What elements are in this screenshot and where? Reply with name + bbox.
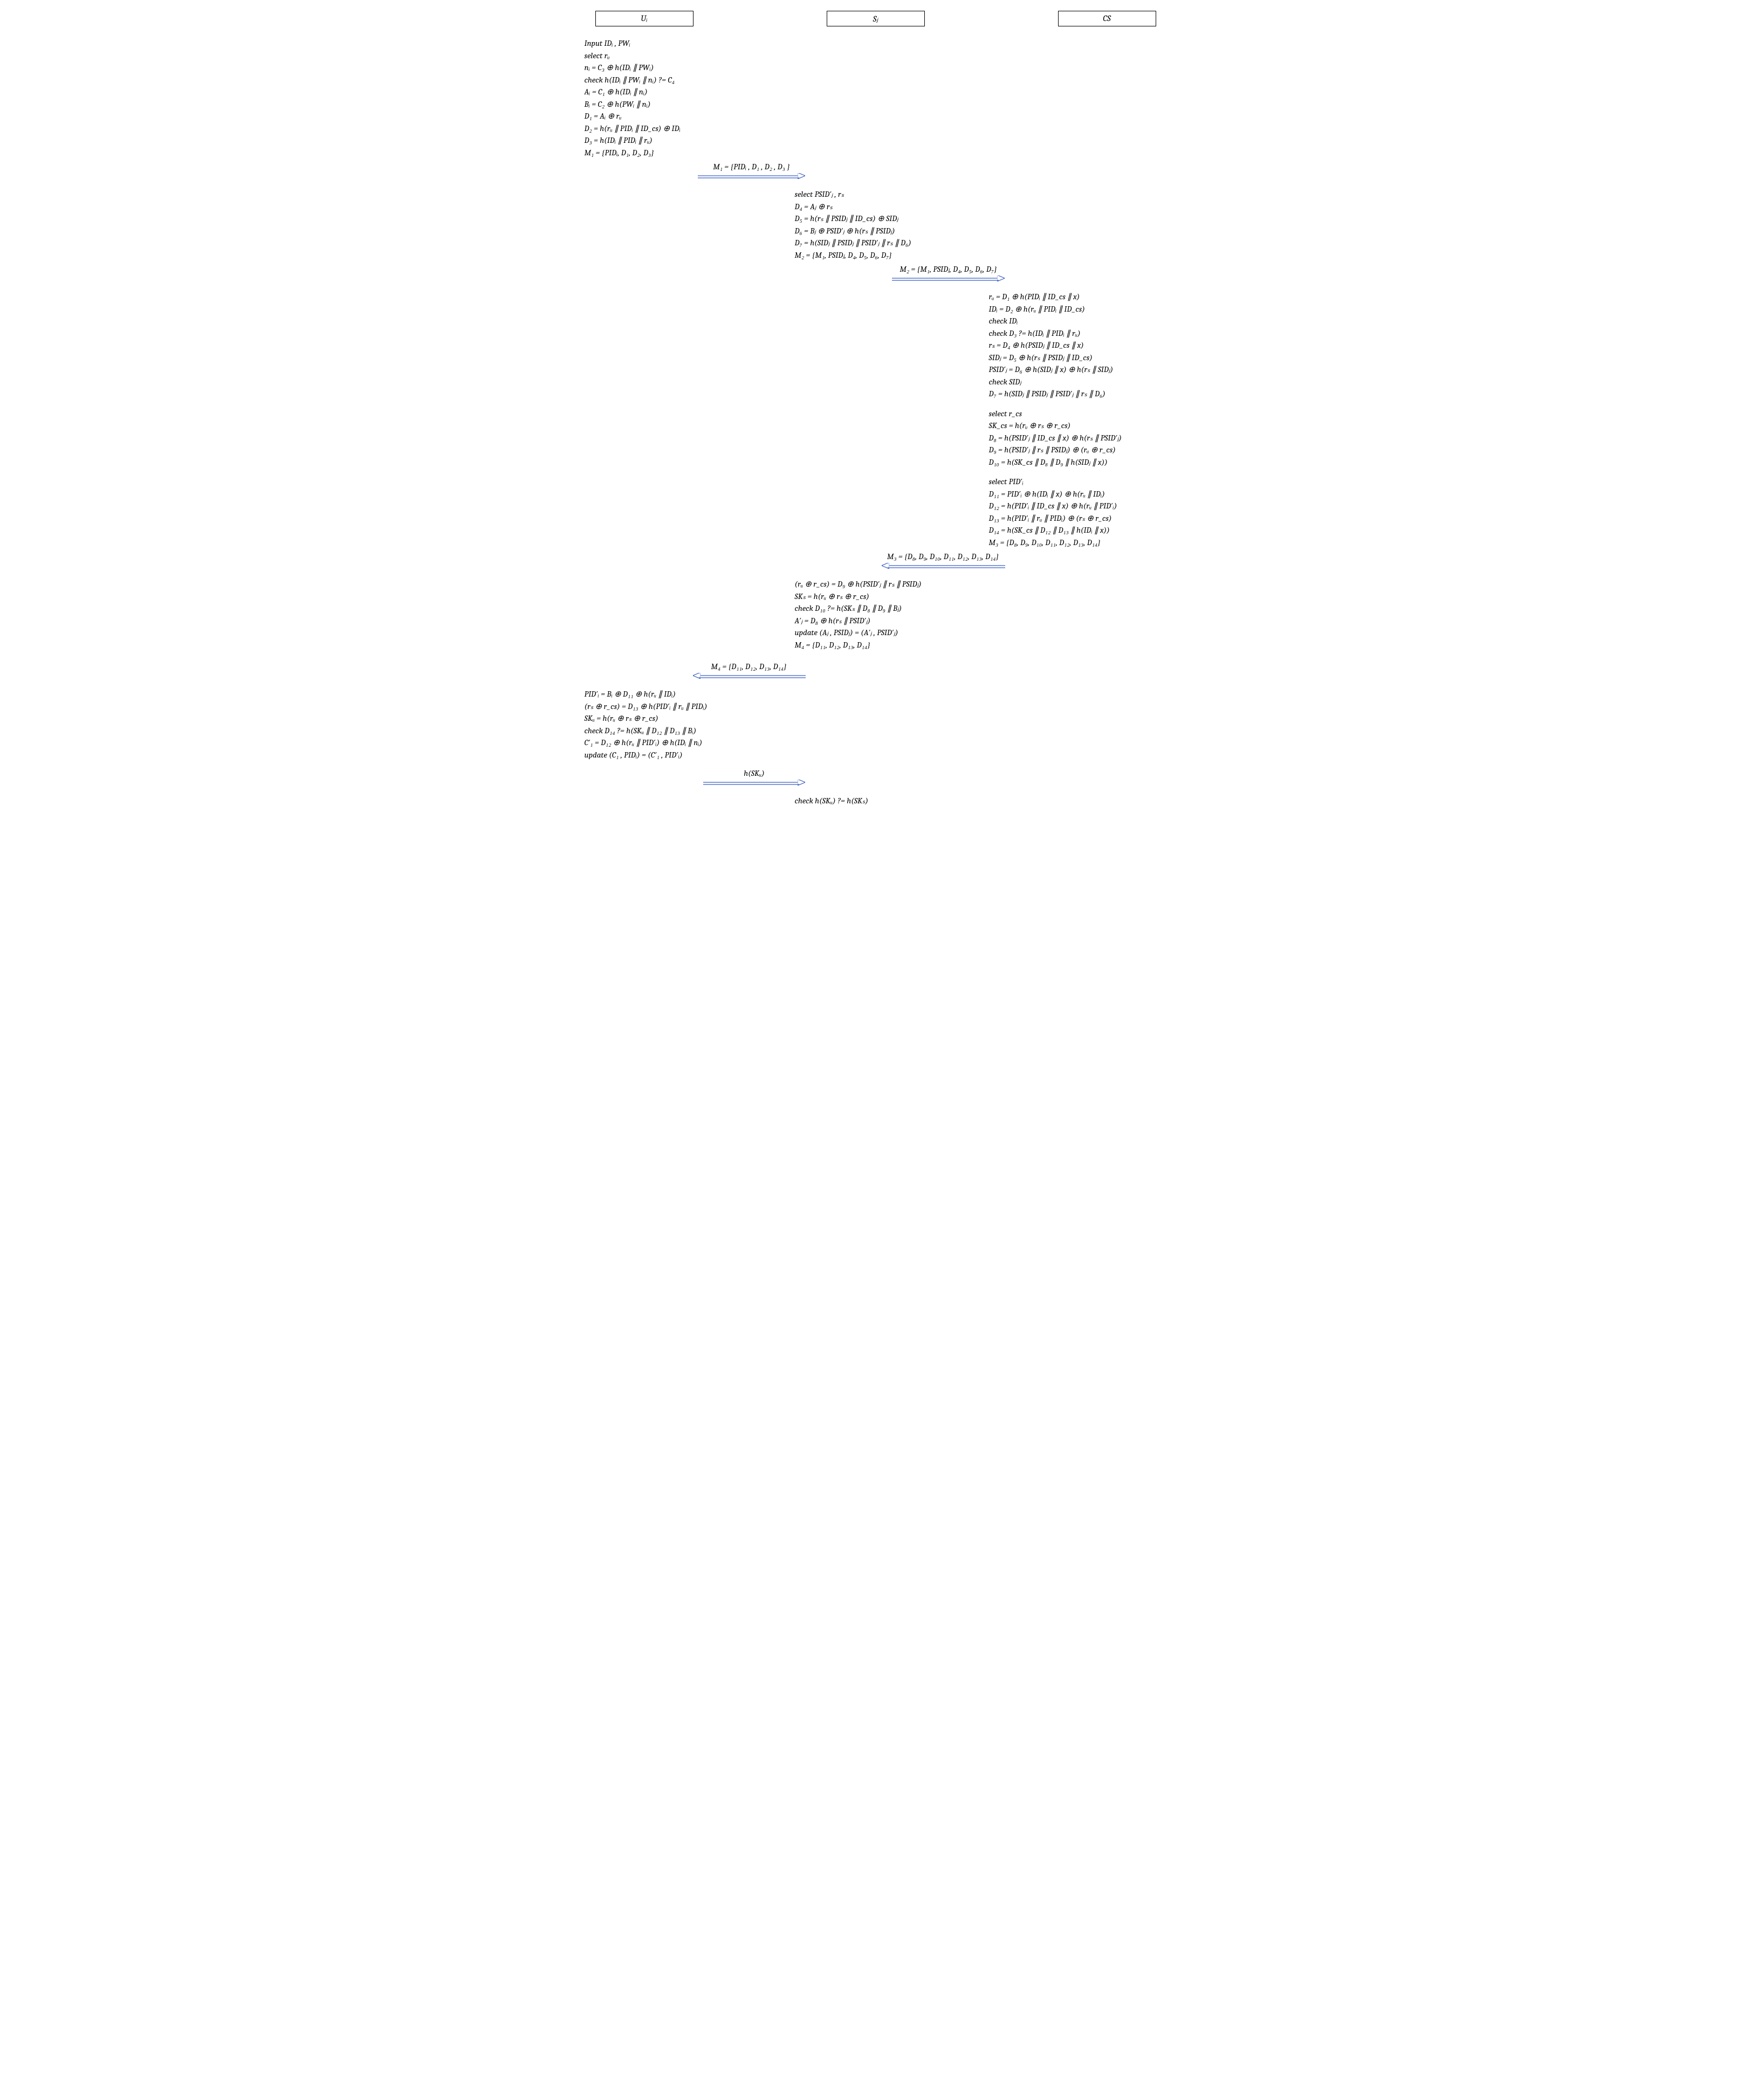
protocol-line: M₄ = {D₁₁, D₁₂, D₁₃, D₁₄} — [795, 639, 1000, 651]
arrow-m1 — [698, 173, 806, 181]
arrow-hsku — [703, 780, 806, 787]
protocol-line: PID′ᵢ = Bᵢ ⊕ D₁₁ ⊕ h(rᵤ ∥ IDᵢ) — [585, 688, 789, 700]
arrow-m2-label: M₂ = {M₁, PSIDⱼ, D₄, D₅, D₆, D₇} — [892, 264, 1005, 274]
protocol-line: D₇ = h(SIDⱼ ∥ PSIDⱼ ∥ PSID′ⱼ ∥ rₛ ∥ D₆) — [989, 388, 1194, 400]
protocol-line: select r_cs — [989, 408, 1194, 420]
protocol-line: (rᵤ ⊕ r_cs) = D₉ ⊕ h(PSID′ⱼ ∥ rₛ ∥ PSIDⱼ… — [795, 578, 1000, 590]
protocol-line: M₃ = {D₈, D₉, D₁₀, D₁₁, D₁₂, D₁₃, D₁₄} — [989, 536, 1194, 549]
protocol-line: D₂ = h(rᵤ ∥ PIDᵢ ∥ ID_cs) ⊕ IDᵢ — [585, 122, 789, 135]
protocol-line: A′ⱼ = D₈ ⊕ h(rₛ ∥ PSID′ⱼ) — [795, 615, 1000, 627]
protocol-line: rᵤ = D₁ ⊕ h(PIDᵢ ∥ ID_cs ∥ x) — [989, 291, 1194, 303]
protocol-line: select PSID′ⱼ , rₛ — [795, 188, 1000, 201]
protocol-line: C′₁ = D₁₂ ⊕ h(rᵤ ∥ PID′ᵢ) ⊕ h(IDᵢ ∥ nᵢ) — [585, 736, 789, 749]
protocol-line: (rₛ ⊕ r_cs) = D₁₃ ⊕ h(PID′ᵢ ∥ rᵤ ∥ PIDᵢ) — [585, 700, 789, 713]
protocol-line: check h(IDᵢ ∥ PWᵢ ∥ nᵢ) ?= C₄ — [585, 74, 789, 86]
protocol-line: SK_cs = h(rᵤ ⊕ rₛ ⊕ r_cs) — [989, 419, 1194, 432]
ui-recv-m4-block: PID′ᵢ = Bᵢ ⊕ D₁₁ ⊕ h(rᵤ ∥ IDᵢ)(rₛ ⊕ r_cs… — [585, 688, 789, 761]
cs-recv-m2-block-b: select r_csSK_cs = h(rᵤ ⊕ rₛ ⊕ r_cs)D₈ =… — [989, 408, 1194, 469]
protocol-line: D₇ = h(SIDⱼ ∥ PSIDⱼ ∥ PSID′ⱼ ∥ rₛ ∥ D₆) — [795, 237, 1000, 249]
protocol-line: check h(SKᵤ) ?= h(SKₛ) — [795, 795, 1000, 807]
sj-final-block: check h(SKᵤ) ?= h(SKₛ) — [795, 795, 1000, 807]
sj-recv-m1-block: select PSID′ⱼ , rₛD₄ = Aⱼ ⊕ rₛD₅ = h(rₛ … — [795, 188, 1000, 261]
arrow-m1-label: M₁ = {PIDᵢ , D₁ , D₂ , D₃ } — [698, 162, 806, 172]
protocol-line: PSID′ⱼ = D₆ ⊕ h(SIDⱼ ∥ x) ⊕ h(rₛ ∥ SIDⱼ) — [989, 363, 1194, 376]
ui-initial-block: Input IDᵢ , PWᵢselect rᵤnᵢ = C₃ ⊕ h(IDᵢ … — [585, 37, 789, 159]
protocol-line: nᵢ = C₃ ⊕ h(IDᵢ ∥ PWᵢ) — [585, 61, 789, 74]
protocol-line: M₁ = {PIDᵢ, D₁, D₂, D₃} — [585, 147, 789, 159]
protocol-line: Bᵢ = C₂ ⊕ h(PWᵢ ∥ nᵢ) — [585, 98, 789, 111]
protocol-line: D₆ = Bⱼ ⊕ PSID′ⱼ ⊕ h(rₛ ∥ PSIDⱼ) — [795, 225, 1000, 237]
arrow-m4 — [692, 673, 806, 680]
protocol-line: Input IDᵢ , PWᵢ — [585, 37, 789, 50]
protocol-line: D₄ = Aⱼ ⊕ rₛ — [795, 201, 1000, 213]
cs-recv-m2-block-c: select PID′ᵢD₁₁ = PID′ᵢ ⊕ h(IDᵢ ∥ x) ⊕ h… — [989, 476, 1194, 548]
protocol-line: Aᵢ = C₁ ⊕ h(IDᵢ ∥ nᵢ) — [585, 86, 789, 98]
protocol-line: D₁₂ = h(PID′ᵢ ∥ ID_cs ∥ x) ⊕ h(rᵤ ∥ PID′… — [989, 500, 1194, 512]
protocol-line: check D₁₀ ?= h(SKₛ ∥ D₈ ∥ D₉ ∥ Bⱼ) — [795, 602, 1000, 615]
protocol-line: select PID′ᵢ — [989, 476, 1194, 488]
protocol-line: D₁₄ = h(SK_cs ∥ D₁₂ ∥ D₁₃ ∥ h(IDᵢ ∥ x)) — [989, 524, 1194, 536]
sj-recv-m3-block: (rᵤ ⊕ r_cs) = D₉ ⊕ h(PSID′ⱼ ∥ rₛ ∥ PSIDⱼ… — [795, 578, 1000, 651]
protocol-line: select rᵤ — [585, 50, 789, 62]
protocol-line: D₁ = Aᵢ ⊕ rᵤ — [585, 110, 789, 122]
cs-recv-m2-block-a: rᵤ = D₁ ⊕ h(PIDᵢ ∥ ID_cs ∥ x)IDᵢ = D₂ ⊕ … — [989, 291, 1194, 400]
protocol-line: IDᵢ = D₂ ⊕ h(rᵤ ∥ PIDᵢ ∥ ID_cs) — [989, 303, 1194, 315]
protocol-line: D₈ = h(PSID′ⱼ ∥ ID_cs ∥ x) ⊕ h(rₛ ∥ PSID… — [989, 432, 1194, 444]
arrow-m4-label: M₄ = {D₁₁, D₁₂, D₁₃, D₁₄} — [692, 662, 806, 672]
protocol-line: SKₛ = h(rᵤ ⊕ rₛ ⊕ r_cs) — [795, 590, 1000, 603]
protocol-line: rₛ = D₄ ⊕ h(PSIDⱼ ∥ ID_cs ∥ x) — [989, 339, 1194, 352]
protocol-line: check SIDⱼ — [989, 376, 1194, 388]
arrow-m3 — [881, 563, 1005, 570]
protocol-line: M₂ = {M₁, PSIDⱼ, D₄, D₅, D₆, D₇} — [795, 249, 1000, 261]
protocol-line: D₅ = h(rₛ ∥ PSIDⱼ ∥ ID_cs) ⊕ SIDⱼ — [795, 212, 1000, 225]
protocol-line: check D₃ ?= h(IDᵢ ∥ PIDᵢ ∥ rᵤ) — [989, 327, 1194, 340]
header-ui: Uᵢ — [595, 11, 693, 26]
header-cs: CS — [1058, 11, 1156, 26]
protocol-line: D₃ = h(IDᵢ ∥ PIDᵢ ∥ rᵤ) — [585, 134, 789, 147]
protocol-line: SKᵤ = h(rᵤ ⊕ rₛ ⊕ r_cs) — [585, 712, 789, 725]
arrow-m2 — [892, 276, 1005, 283]
arrow-hsku-label: h(SKᵤ) — [703, 768, 806, 779]
protocol-line: update (C₁ , PIDᵢ) = (C′₁ , PID′ᵢ) — [585, 749, 789, 761]
header-sj: Sⱼ — [827, 11, 925, 26]
protocol-line: update (Aⱼ , PSIDⱼ) = (A′ⱼ , PSID′ⱼ) — [795, 626, 1000, 639]
protocol-line: check IDᵢ — [989, 315, 1194, 327]
protocol-line: D₁₀ = h(SK_cs ∥ D₈ ∥ D₉ ∥ h(SIDⱼ ∥ x)) — [989, 456, 1194, 469]
protocol-line: check D₁₄ ?= h(SKᵤ ∥ D₁₂ ∥ D₁₃ ∥ Bᵢ) — [585, 725, 789, 737]
arrow-m3-label: M₃ = {D₈, D₉, D₁₀, D₁₁, D₁₂, D₁₃, D₁₄} — [881, 552, 1005, 562]
protocol-line: D₉ = h(PSID′ⱼ ∥ rₛ ∥ PSIDⱼ) ⊕ (rᵤ ⊕ r_cs… — [989, 444, 1194, 456]
protocol-line: D₁₃ = h(PID′ᵢ ∥ rᵤ ∥ PIDᵢ) ⊕ (rₛ ⊕ r_cs) — [989, 512, 1194, 525]
protocol-line: SIDⱼ = D₅ ⊕ h(rₛ ∥ PSIDⱼ ∥ ID_cs) — [989, 352, 1194, 364]
protocol-line: D₁₁ = PID′ᵢ ⊕ h(IDᵢ ∥ x) ⊕ h(rᵤ ∥ IDᵢ) — [989, 488, 1194, 500]
